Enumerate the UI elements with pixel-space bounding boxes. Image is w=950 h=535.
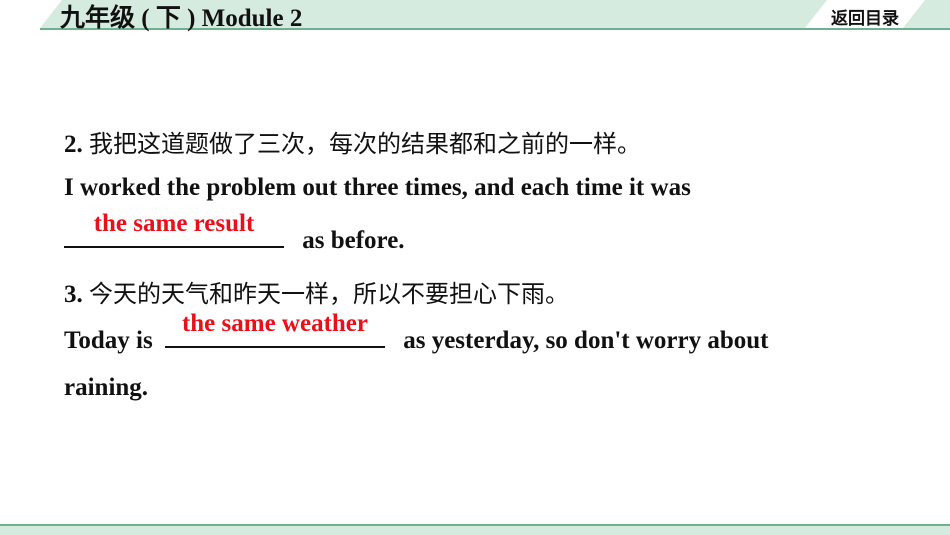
- question-chinese: 我把这道题做了三次，每次的结果都和之前的一样。: [89, 130, 641, 158]
- header-bar: 九年级 ( 下 ) Module 2 返回目录: [0, 0, 950, 32]
- question-3-sentence-line-1: Today is the same weather as yesterday, …: [64, 310, 769, 355]
- answer-blank[interactable]: the same result: [64, 210, 284, 248]
- question-2-sentence-line-2: the same result as before.: [64, 210, 405, 255]
- slide: 九年级 ( 下 ) Module 2 返回目录 2. 我把这道题做了三次，每次的…: [0, 0, 950, 535]
- question-2-sentence-line-1: I worked the problem out three times, an…: [64, 174, 691, 201]
- page-title: 九年级 ( 下 ) Module 2: [60, 5, 303, 32]
- question-number: 2.: [64, 131, 83, 158]
- question-3-sentence-line-2: raining.: [64, 374, 149, 401]
- answer-text: the same result: [93, 210, 255, 237]
- answer-blank[interactable]: the same weather: [164, 310, 385, 348]
- sentence-continuation: as before.: [302, 227, 405, 254]
- question-chinese: 今天的天气和昨天一样，所以不要担心下雨。: [89, 280, 569, 308]
- answer-text: the same weather: [181, 310, 368, 337]
- question-number: 3.: [64, 281, 83, 308]
- sentence-start: Today is: [64, 327, 153, 354]
- footer-band: [0, 526, 950, 535]
- question-3-prompt: 3. 今天的天气和昨天一样，所以不要担心下雨。: [64, 274, 569, 309]
- question-2-prompt: 2. 我把这道题做了三次，每次的结果都和之前的一样。: [64, 124, 641, 159]
- sentence-continuation: as yesterday, so don't worry about: [403, 327, 769, 354]
